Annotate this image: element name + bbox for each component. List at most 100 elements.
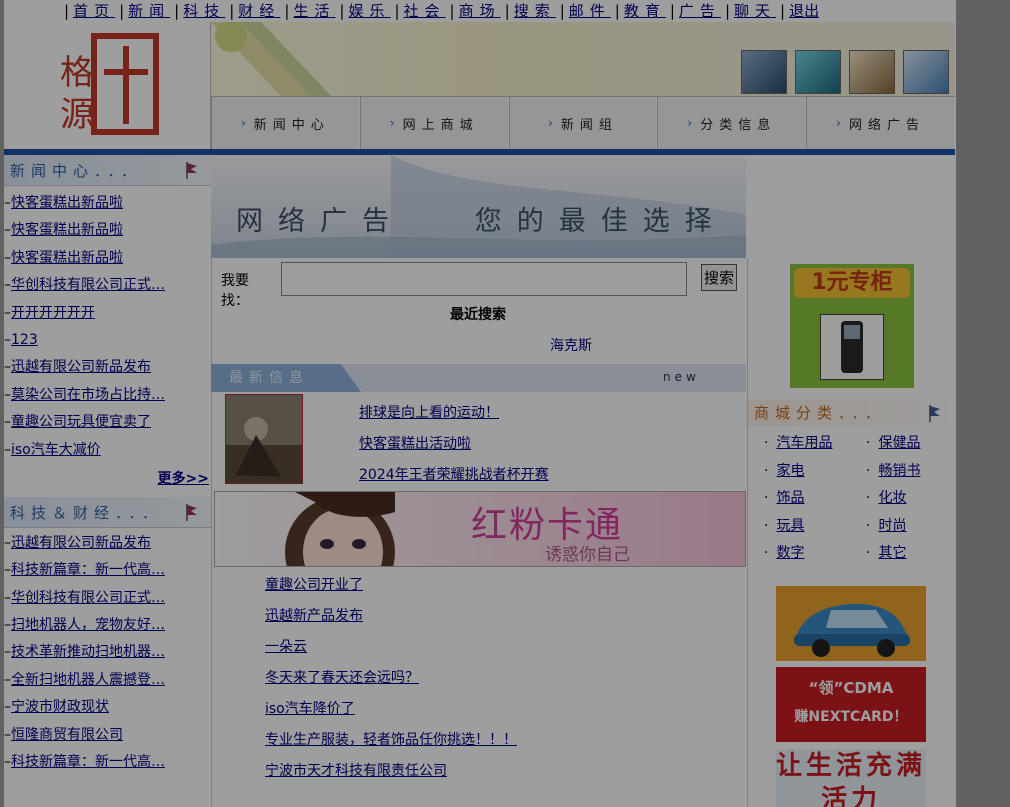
news-link[interactable]: 快客蛋糕出新品啦: [11, 195, 123, 211]
nav-link-life[interactable]: 生活: [293, 2, 335, 20]
tech-link[interactable]: 科技新篇章：新一代高…: [11, 754, 165, 770]
news-photo[interactable]: [225, 394, 303, 484]
nav-link-mail[interactable]: 邮件: [569, 2, 611, 20]
tech-link[interactable]: 科技新篇章：新一代高…: [11, 562, 165, 578]
search-input[interactable]: [281, 262, 687, 296]
list-item: –开开开开开开: [4, 304, 95, 321]
photo-image: [226, 395, 302, 483]
list-item: –科技新篇章：新一代高…: [4, 562, 165, 579]
nav-link-education[interactable]: 教育: [624, 2, 666, 20]
latest-news-link[interactable]: 排球是向上看的运动！: [359, 402, 499, 422]
list-item: 冬天来了春天还会远吗？: [265, 663, 517, 694]
category-link[interactable]: 时尚: [878, 518, 906, 534]
search-button[interactable]: 搜索: [701, 264, 737, 291]
latest-news-link[interactable]: 2024年王者荣耀挑战者杯开赛: [359, 464, 549, 484]
news-link[interactable]: 快客蛋糕出新品啦: [11, 222, 123, 238]
category-link[interactable]: 保健品: [878, 435, 920, 451]
latest-info-tab: 最新信息: [211, 364, 361, 392]
logo-area: 格 源 千: [6, 22, 211, 150]
center-link[interactable]: 冬天来了春天还会远吗？: [265, 670, 419, 686]
pink-ad-subtitle: 诱惑你自己: [545, 545, 630, 565]
car-image: [794, 604, 910, 657]
tech-link[interactable]: 宁波市财政现状: [11, 699, 109, 715]
list-item: 童趣公司开业了: [265, 570, 517, 601]
main-nav-online-mall[interactable]: › 网上商城: [359, 97, 509, 149]
latest-info-header: 最新信息 new: [211, 364, 746, 392]
category-item: · 时尚: [866, 518, 907, 534]
main-nav-classifieds[interactable]: › 分类信息: [657, 97, 807, 149]
site-logo: 格 源 千: [60, 33, 159, 135]
center-link[interactable]: 迅越新产品发布: [265, 608, 363, 624]
tech-link[interactable]: 全新扫地机器人震撼登…: [11, 672, 165, 688]
nav-link-society[interactable]: 社会: [404, 2, 446, 20]
tech-link[interactable]: 迅越有限公司新品发布: [11, 535, 151, 551]
list-item: –科技新篇章：新一代高…: [4, 754, 165, 771]
news-center-header: 新闻中心．．．: [4, 155, 211, 186]
category-link[interactable]: 数字: [776, 545, 804, 561]
list-item: –快客蛋糕出新品啦: [4, 222, 123, 239]
main-nav-news-center[interactable]: › 新闻中心: [211, 97, 360, 149]
center-link[interactable]: 一朵云: [265, 639, 307, 655]
right-sidebar: 1元专柜 商城分类．．． · 汽车用品 · 保健品 · 家电 · 畅销书 · 饰品 · 化妆…: [747, 258, 956, 807]
tech-finance-list: –迅越有限公司新品发布 –科技新篇章：新一代高… –华创科技有限公司正式… –扫…: [4, 528, 211, 777]
category-link[interactable]: 汽车用品: [776, 435, 832, 451]
tech-link[interactable]: 恒隆商贸有限公司: [11, 727, 123, 743]
cartoon-face: [285, 492, 395, 566]
news-link[interactable]: 迅越有限公司新品发布: [11, 359, 151, 375]
search-label: 我要找：: [221, 273, 249, 309]
recent-search-item[interactable]: 海克斯: [550, 335, 592, 355]
nav-link-ads[interactable]: 广告: [679, 2, 721, 20]
category-link[interactable]: 饰品: [776, 490, 804, 506]
new-badge: new: [663, 370, 700, 384]
main-nav-newsgroup[interactable]: › 新闻组: [508, 97, 658, 149]
category-link[interactable]: 玩具: [776, 518, 804, 534]
center-link[interactable]: 专业生产服装，轻者饰品任你挑选！！！: [265, 732, 517, 748]
nav-link-logout[interactable]: 退出: [789, 2, 819, 20]
nav-link-finance[interactable]: 财经: [238, 2, 280, 20]
list-item: –快客蛋糕出新品啦: [4, 195, 123, 211]
category-link[interactable]: 畅销书: [878, 463, 920, 479]
news-link[interactable]: 莫染公司在市场占比持…: [11, 387, 165, 403]
nav-link-entertainment[interactable]: 娱乐: [348, 2, 390, 20]
nav-link-mall[interactable]: 商场: [459, 2, 501, 20]
cdma-ad[interactable]: “领”CDMA 赚NEXTCARD！: [776, 667, 926, 742]
banner-title: 网络广告: [236, 206, 404, 237]
news-link[interactable]: 童趣公司玩具便宜卖了: [11, 414, 151, 430]
one-yuan-ad[interactable]: 1元专柜: [790, 264, 914, 388]
pink-cartoon-ad[interactable]: 红粉卡通 诱惑你自己: [214, 491, 746, 567]
news-center-list: –快客蛋糕出新品啦 –快客蛋糕出新品啦 –快客蛋糕出新品啦 –华创科技有限公司正…: [4, 186, 211, 464]
nav-link-chat[interactable]: 聊天: [734, 2, 776, 20]
tech-link[interactable]: 华创科技有限公司正式…: [11, 590, 165, 606]
news-link[interactable]: 华创科技有限公司正式…: [11, 277, 165, 293]
more-link[interactable]: 更多>>: [158, 471, 209, 487]
thumb-wave-image[interactable]: [903, 50, 949, 94]
main-nav-web-ads[interactable]: › 网络广告: [806, 97, 955, 149]
web-ad-banner[interactable]: 网络广告 您的最佳选择: [211, 155, 746, 258]
nav-link-tech[interactable]: 科技: [183, 2, 225, 20]
thumb-office-image[interactable]: [741, 50, 787, 94]
center-link[interactable]: iso汽车降价了: [265, 701, 355, 717]
thumb-person-image[interactable]: [849, 50, 895, 94]
center-link[interactable]: 童趣公司开业了: [265, 577, 363, 593]
category-link[interactable]: 化妆: [878, 490, 906, 506]
category-item: · 畅销书: [866, 463, 921, 479]
nav-link-news[interactable]: 新闻: [128, 2, 170, 20]
tech-link[interactable]: 技术革新推动扫地机器…: [11, 644, 165, 660]
news-link[interactable]: iso汽车大减价: [11, 442, 101, 458]
list-item: 一朵云: [265, 632, 517, 663]
category-link[interactable]: 其它: [878, 545, 906, 561]
life-ad[interactable]: 让生活充满活力: [776, 749, 926, 807]
car-ad[interactable]: [776, 586, 926, 661]
nav-link-search[interactable]: 搜索: [514, 2, 556, 20]
logo-char-yuan: 源: [60, 95, 94, 135]
news-link[interactable]: 快客蛋糕出新品啦: [11, 250, 123, 266]
thumb-ocean-image[interactable]: [795, 50, 841, 94]
category-link[interactable]: 家电: [776, 463, 804, 479]
flag-icon: [929, 405, 940, 422]
news-link[interactable]: 开开开开开开: [11, 305, 95, 321]
latest-news-link[interactable]: 快客蛋糕出活动啦: [359, 433, 471, 453]
nav-link-home[interactable]: 首页: [73, 2, 115, 20]
center-link[interactable]: 宁波市天才科技有限责任公司: [265, 763, 447, 779]
news-link[interactable]: 123: [11, 332, 38, 348]
tech-link[interactable]: 扫地机器人，宠物友好…: [11, 617, 165, 633]
